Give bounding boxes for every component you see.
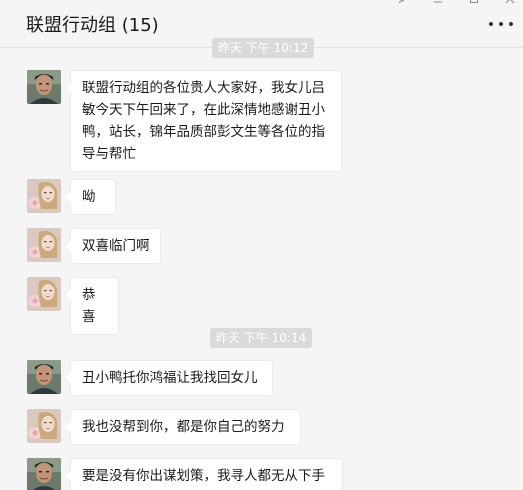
message-bubble: 呦 (65, 179, 116, 215)
avatar-man[interactable] (27, 458, 61, 490)
message-bubble: 我也没帮到你，都是你自己的努力 (65, 409, 301, 445)
avatar-woman[interactable] (27, 228, 61, 262)
message-bubble: 恭喜 (65, 277, 119, 335)
timestamp-pill: 昨天 下午 10:12 (212, 38, 315, 58)
minimize-icon[interactable] (433, 0, 443, 4)
window-controls (397, 0, 515, 4)
more-dots-icon[interactable] (489, 14, 513, 34)
more-dot (509, 22, 513, 26)
avatar-man[interactable] (27, 360, 61, 394)
message-bubble: 丑小鸭托你鸿福让我找回女儿 (65, 360, 273, 396)
timestamp-pill: 昨天 下午 10:14 (210, 328, 313, 348)
avatar-woman[interactable] (27, 277, 61, 311)
more-dot (489, 22, 493, 26)
more-dot (499, 22, 503, 26)
avatar-woman[interactable] (27, 179, 61, 213)
message-bubble: 双喜临门啊 (65, 228, 161, 264)
avatar-woman[interactable] (27, 409, 61, 443)
chat-window: 联盟行动组 (15) 昨天 下午 10:12 联盟行动组的各位贵人大家好，我女儿… (0, 0, 523, 490)
pin-icon[interactable] (397, 0, 407, 4)
chat-title: 联盟行动组 (15) (26, 15, 159, 36)
close-icon[interactable] (505, 0, 515, 4)
maximize-icon[interactable] (469, 0, 479, 4)
message-bubble: 联盟行动组的各位贵人大家好，我女儿吕敏今天下午回来了，在此深情地感谢丑小鸭，站长… (65, 70, 342, 172)
avatar-man[interactable] (27, 70, 61, 104)
message-bubble: 要是没有你出谋划策，我寻人都无从下手 (65, 458, 343, 490)
